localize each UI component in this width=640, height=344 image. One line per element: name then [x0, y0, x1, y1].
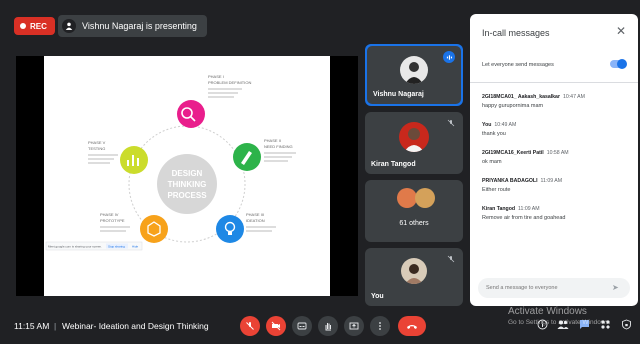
- camera-toggle-button[interactable]: [266, 316, 286, 336]
- shield-lock-icon: [621, 319, 631, 329]
- clock: 11:15 AM: [14, 321, 50, 331]
- participant-tile-self[interactable]: You: [365, 248, 463, 306]
- captions-button[interactable]: [292, 316, 312, 336]
- message-sender: 2GI18MCA01_ Aakash_kasalkar: [482, 94, 560, 100]
- message-list: 2GI18MCA01_ Aakash_kasalkar 10:47 AM happ…: [482, 94, 628, 234]
- stop-sharing-label: Stop sharing: [108, 244, 125, 248]
- mic-off-icon: [246, 322, 254, 330]
- call-controls: [240, 316, 426, 336]
- phase-3-circle: [216, 215, 244, 243]
- message-text: Either route: [482, 187, 511, 193]
- svg-text:TESTING: TESTING: [88, 146, 105, 151]
- hand-icon: [325, 323, 331, 331]
- avatar: [415, 188, 435, 208]
- message-time: 10:47 AM: [562, 94, 585, 100]
- message-sender: You: [482, 122, 492, 128]
- camera-off-icon: [271, 321, 281, 331]
- send-icon[interactable]: ➤: [612, 283, 622, 293]
- raise-hand-button[interactable]: [318, 316, 338, 336]
- message-time: 10:58 AM: [546, 150, 569, 156]
- avatar: [400, 56, 428, 84]
- in-call-messages-panel: In-call messages ✕ Let everyone send mes…: [470, 14, 638, 306]
- presentation-stage: DESIGN THINKING PROCESS PHASE I PROBLEM …: [16, 56, 358, 296]
- list-item: You 10:49 AM thank you: [482, 122, 628, 137]
- message-sender: Kiran Tangod: [482, 206, 516, 212]
- participant-name: Vishnu Nagaraj: [373, 91, 424, 98]
- divider: [470, 82, 638, 83]
- svg-text:PROTOTYPE: PROTOTYPE: [100, 218, 125, 223]
- presenting-text: Vishnu Nagaraj is presenting: [82, 21, 197, 31]
- list-item: 2GI18MCA01_ Aakash_kasalkar 10:47 AM happ…: [482, 94, 628, 109]
- list-item: 2GI19MCA16_Keerti Patil 10:58 AM ok mam: [482, 150, 628, 165]
- svg-text:IDEATION: IDEATION: [246, 218, 265, 223]
- phase-4-circle: [140, 215, 168, 243]
- top-bar: REC Vishnu Nagaraj is presenting: [0, 0, 470, 46]
- more-options-button[interactable]: [370, 316, 390, 336]
- center-text-2: THINKING: [168, 180, 207, 189]
- captions-icon: [297, 322, 307, 330]
- center-text-1: DESIGN: [172, 169, 203, 178]
- host-controls-button[interactable]: [620, 318, 632, 330]
- svg-text:PHASE I: PHASE I: [208, 74, 224, 79]
- participant-tile-vishnu[interactable]: Vishnu Nagaraj: [365, 44, 463, 106]
- screen-share-notice-text: Meet.google.com is sharing your screen.: [48, 245, 102, 249]
- leave-call-button[interactable]: [398, 316, 426, 336]
- svg-text:NEED FINDING: NEED FINDING: [264, 144, 293, 149]
- mic-off-icon: [445, 253, 457, 265]
- allow-messages-toggle[interactable]: [610, 59, 627, 69]
- message-time: 11:09 AM: [518, 206, 540, 212]
- present-screen-icon: [349, 322, 359, 330]
- recording-badge: REC: [14, 17, 55, 35]
- speaking-indicator-icon: [443, 51, 455, 63]
- participant-tile-kiran[interactable]: Kiran Tangod: [365, 112, 463, 174]
- list-item: Kiran Tangod 11:09 AM Remove air from tir…: [482, 206, 628, 221]
- avatar: [401, 258, 427, 284]
- close-icon[interactable]: ✕: [614, 24, 628, 38]
- message-input-container: ➤: [478, 278, 630, 298]
- avatar: [399, 122, 429, 152]
- design-thinking-diagram: DESIGN THINKING PROCESS PHASE I PROBLEM …: [45, 74, 296, 251]
- message-text: Remove air from tire and goahead: [482, 215, 566, 221]
- message-time: 11:09 AM: [540, 178, 563, 184]
- watermark-title: Activate Windows: [508, 306, 587, 317]
- message-text: happy gurupornima mam: [482, 103, 544, 109]
- shared-slide: DESIGN THINKING PROCESS PHASE I PROBLEM …: [44, 56, 330, 296]
- phase-1-circle: [177, 100, 205, 128]
- message-sender: 2GI19MCA16_Keerti Patil: [482, 150, 544, 156]
- panel-title: In-call messages: [482, 28, 550, 38]
- avatar: [397, 188, 417, 208]
- watermark-subtitle: Go to Settings to activate Windows.: [508, 319, 611, 326]
- participant-name: You: [371, 293, 384, 300]
- presenting-banner[interactable]: Vishnu Nagaraj is presenting: [58, 15, 207, 37]
- svg-text:PHASE II: PHASE II: [264, 138, 281, 143]
- message-text: ok mam: [482, 159, 502, 165]
- svg-text:PHASE IV: PHASE IV: [100, 212, 119, 217]
- allow-messages-label: Let everyone send messages: [482, 62, 554, 68]
- svg-text:PHASE V: PHASE V: [88, 140, 106, 145]
- participant-name: Kiran Tangod: [371, 161, 416, 168]
- recording-label: REC: [30, 21, 47, 31]
- message-time: 10:49 AM: [494, 122, 517, 128]
- list-item: PRIYANKA BADAGOLI 11:09 AM Either route: [482, 178, 628, 193]
- present-button[interactable]: [344, 316, 364, 336]
- svg-text:PHASE III: PHASE III: [246, 212, 264, 217]
- message-text: thank you: [482, 131, 506, 137]
- mic-toggle-button[interactable]: [240, 316, 260, 336]
- mic-off-icon: [445, 117, 457, 129]
- more-vert-icon: [379, 322, 381, 330]
- center-text-3: PROCESS: [167, 191, 207, 200]
- message-sender: PRIYANKA BADAGOLI: [482, 178, 538, 184]
- presenter-avatar: [62, 19, 76, 33]
- participant-tile-others[interactable]: 61 others: [365, 180, 463, 242]
- separator: |: [54, 321, 57, 331]
- svg-text:PROBLEM DEFINITION: PROBLEM DEFINITION: [208, 80, 251, 85]
- hang-up-icon: [407, 325, 417, 329]
- meeting-title: Webinar- Ideation and Design Thinking: [62, 321, 209, 331]
- record-dot-icon: [20, 23, 26, 29]
- participant-name: 61 others: [399, 220, 429, 227]
- hide-notice-button[interactable]: Hide: [132, 244, 139, 248]
- message-input[interactable]: [486, 285, 612, 291]
- activate-windows-watermark: Activate Windows Go to Settings to activ…: [508, 306, 611, 326]
